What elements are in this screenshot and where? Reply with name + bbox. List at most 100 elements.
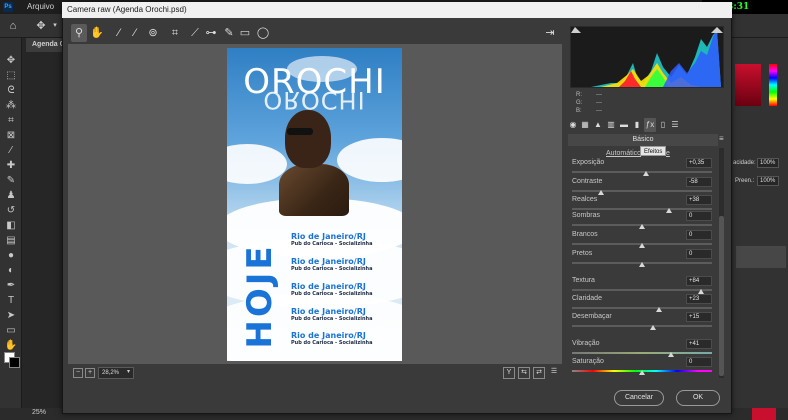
cancel-button[interactable]: Cancelar bbox=[614, 390, 664, 406]
slider-track-exposure[interactable] bbox=[572, 171, 712, 173]
tab-calibration-icon[interactable]: ▯ bbox=[658, 120, 668, 130]
lasso-icon[interactable]: ᘓ bbox=[4, 85, 18, 97]
slider-thumb-whites[interactable] bbox=[639, 243, 645, 248]
tab-split-toning-icon[interactable]: ▬ bbox=[619, 120, 629, 130]
panel-scrollbar-thumb[interactable] bbox=[719, 216, 724, 376]
chevron-down-icon[interactable]: ▾ bbox=[127, 368, 130, 375]
slider-value-highlights[interactable]: +38 bbox=[686, 195, 712, 205]
slider-thumb-dehaze[interactable] bbox=[650, 325, 657, 330]
slider-value-exposure[interactable]: +0,35 bbox=[686, 158, 712, 168]
slider-value-texture[interactable]: +84 bbox=[686, 276, 712, 286]
panel-menu-icon[interactable]: ≡ bbox=[719, 134, 724, 143]
pen-icon[interactable]: ✒ bbox=[4, 280, 18, 292]
settings-sliders-icon[interactable]: ☰ bbox=[548, 367, 560, 379]
person-jacket bbox=[279, 164, 349, 216]
zoom-out-icon[interactable]: − bbox=[73, 368, 83, 378]
eyedropper-icon[interactable]: ⁄ bbox=[4, 145, 18, 157]
fill-label: Preen.: bbox=[735, 178, 755, 184]
dodge-icon[interactable]: ◐ bbox=[4, 265, 18, 277]
move-icon[interactable]: ✥ bbox=[4, 55, 18, 67]
hand-icon[interactable]: ✋ bbox=[90, 26, 104, 40]
gradient-icon[interactable]: ▤ bbox=[4, 235, 18, 247]
slider-thumb-vibrance[interactable] bbox=[668, 352, 675, 357]
straighten-icon[interactable]: ⟋ bbox=[188, 26, 202, 40]
hue-strip[interactable] bbox=[769, 64, 777, 106]
crop-icon[interactable]: ⌗ bbox=[4, 115, 18, 127]
tab-effects-icon[interactable]: ƒx bbox=[645, 120, 655, 130]
opacity-field[interactable]: 100% bbox=[757, 158, 779, 168]
tab-presets-icon[interactable]: ☰ bbox=[670, 120, 680, 130]
ok-button[interactable]: OK bbox=[676, 390, 720, 406]
chevron-down-icon[interactable]: ▾ bbox=[48, 19, 62, 33]
before-after-icon[interactable]: Y bbox=[503, 367, 515, 379]
slider-track-highlights[interactable] bbox=[572, 208, 712, 210]
tab-hsl-icon[interactable]: ▥ bbox=[606, 120, 616, 130]
background-color-swatch[interactable] bbox=[9, 357, 20, 368]
color-picker-field[interactable] bbox=[735, 64, 761, 106]
spot-removal-icon[interactable]: ⊶ bbox=[204, 26, 218, 40]
white-balance-icon[interactable]: ⁄ bbox=[112, 26, 126, 40]
tab-tone-curve-icon[interactable]: ▦ bbox=[580, 120, 590, 130]
blur-icon[interactable]: ● bbox=[4, 250, 18, 262]
slider-track-clarity[interactable] bbox=[572, 307, 712, 309]
slider-value-contrast[interactable]: -58 bbox=[686, 177, 712, 187]
brush-icon[interactable]: ✎ bbox=[4, 175, 18, 187]
stamp-icon[interactable]: ♟ bbox=[4, 190, 18, 202]
fill-field[interactable]: 100% bbox=[757, 176, 779, 186]
hand-icon[interactable]: ✋ bbox=[4, 340, 18, 352]
tab-basic-icon[interactable]: ◉ bbox=[568, 120, 578, 130]
default-button[interactable]: e bbox=[666, 150, 670, 157]
slider-value-whites[interactable]: 0 bbox=[686, 230, 712, 240]
slider-thumb-exposure[interactable] bbox=[643, 171, 650, 176]
zoom-icon[interactable]: ⚲ bbox=[72, 26, 86, 40]
slider-track-contrast[interactable] bbox=[572, 190, 712, 192]
move-tool-icon[interactable]: ✥ bbox=[34, 19, 48, 33]
slider-track-dehaze[interactable] bbox=[572, 325, 712, 327]
export-icon[interactable]: ⇥ bbox=[543, 26, 557, 40]
color-sampler-icon[interactable]: ⁄ bbox=[128, 26, 142, 40]
adjustment-brush-icon[interactable]: ✎ bbox=[222, 26, 236, 40]
slider-thumb-shadows[interactable] bbox=[639, 224, 645, 229]
shadow-clip-icon[interactable] bbox=[571, 27, 581, 33]
frame-icon[interactable]: ⊠ bbox=[4, 130, 18, 142]
shape-icon[interactable]: ▭ bbox=[4, 325, 18, 337]
zoom-in-icon[interactable]: + bbox=[85, 368, 95, 378]
layer-row[interactable] bbox=[736, 246, 786, 268]
healing-icon[interactable]: ✚ bbox=[4, 160, 18, 172]
slider-thumb-clarity[interactable] bbox=[655, 307, 662, 312]
magic-wand-icon[interactable]: ⁂ bbox=[4, 100, 18, 112]
rgb-r-label: R: bbox=[576, 92, 582, 98]
menu-arquivo[interactable]: Arquivo bbox=[27, 0, 54, 14]
type-icon[interactable]: T bbox=[4, 295, 18, 307]
slider-track-texture[interactable] bbox=[572, 289, 712, 291]
slider-track-vibrance[interactable] bbox=[572, 352, 712, 354]
preview-bottom-bar bbox=[68, 364, 562, 382]
crop-icon[interactable]: ⌗ bbox=[168, 26, 182, 40]
eraser-icon[interactable]: ◧ bbox=[4, 220, 18, 232]
marquee-icon[interactable]: ⬚ bbox=[4, 70, 18, 82]
home-icon[interactable]: ⌂ bbox=[6, 19, 20, 33]
graduated-filter-icon[interactable]: ▭ bbox=[238, 26, 252, 40]
slider-value-saturation[interactable]: 0 bbox=[686, 357, 712, 367]
radial-filter-icon[interactable]: ◯ bbox=[256, 26, 270, 40]
slider-value-blacks[interactable]: 0 bbox=[686, 249, 712, 259]
slider-value-vibrance[interactable]: +41 bbox=[686, 339, 712, 349]
targeted-adjust-icon[interactable]: ⊚ bbox=[146, 26, 160, 40]
tab-detail-icon[interactable]: ▲ bbox=[593, 120, 603, 130]
cloud bbox=[227, 144, 287, 184]
slider-value-shadows[interactable]: 0 bbox=[686, 211, 712, 221]
tab-lens-icon[interactable]: ▮ bbox=[632, 120, 642, 130]
highlight-clip-icon[interactable] bbox=[711, 27, 723, 33]
slider-thumb-contrast[interactable] bbox=[598, 190, 605, 195]
slider-value-clarity[interactable]: +23 bbox=[686, 294, 712, 304]
slider-thumb-saturation[interactable] bbox=[639, 370, 645, 375]
section-header-basic[interactable]: Básico bbox=[568, 134, 718, 146]
auto-button[interactable]: Automático bbox=[606, 150, 641, 157]
slider-value-dehaze[interactable]: +15 bbox=[686, 312, 712, 322]
compare-icon[interactable]: ⇆ bbox=[518, 367, 530, 379]
slider-thumb-highlights[interactable] bbox=[665, 208, 672, 213]
history-brush-icon[interactable]: ↺ bbox=[4, 205, 18, 217]
swap-icon[interactable]: ⇄ bbox=[533, 367, 545, 379]
slider-thumb-blacks[interactable] bbox=[639, 262, 645, 267]
path-select-icon[interactable]: ➤ bbox=[4, 310, 18, 322]
